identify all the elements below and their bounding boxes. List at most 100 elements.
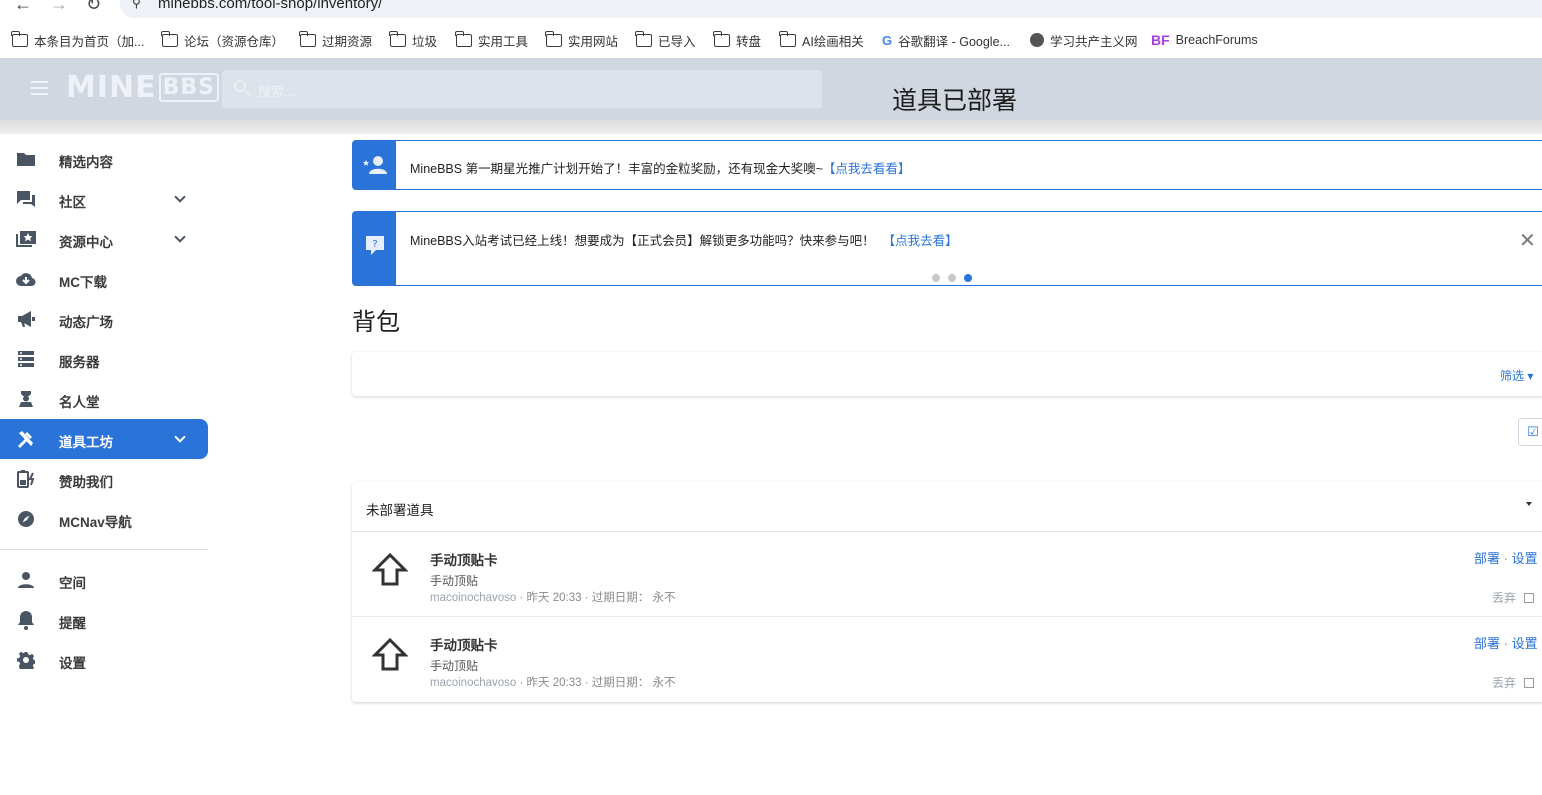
discard-toggle[interactable]: 丢弃 <box>1492 674 1535 691</box>
bookmark-folder[interactable]: 垃圾 <box>389 30 437 50</box>
notice-icon-bar: ? <box>353 212 396 285</box>
notice-link[interactable]: 【点我去看看】 <box>823 162 911 176</box>
folder-icon <box>545 30 562 47</box>
folder-icon <box>11 30 28 47</box>
bookmark-folder[interactable]: 过期资源 <box>299 30 372 50</box>
item-meta: macoinochavoso · 昨天 20:33 · 过期日期： 永不 <box>430 677 676 689</box>
sidebar-item-profile[interactable]: 空间 <box>0 560 208 600</box>
site-logo[interactable]: MINE BBS <box>66 70 220 105</box>
deploy-link[interactable]: 部署 <box>1474 636 1500 651</box>
sidebar-item-servers[interactable]: 服务器 <box>0 339 208 379</box>
item-actions: 部署 · 设置 <box>1474 636 1538 651</box>
discard-toggle[interactable]: 丢弃 <box>1492 589 1535 606</box>
item-actions: 部署 · 设置 <box>1474 551 1538 566</box>
filter-bar: 筛选 ▾ <box>352 352 1542 396</box>
cloud-download-icon <box>15 270 37 288</box>
bell-icon <box>15 611 37 630</box>
undeployed-items-block: 未部署道具 手动顶贴卡 手动顶贴 macoinochavoso · 昨天 20:… <box>352 482 1542 702</box>
carousel-dot-active[interactable] <box>964 274 972 282</box>
page-title: 道具已部署 <box>892 87 1018 115</box>
carousel-dot[interactable] <box>932 274 940 282</box>
forum-icon <box>15 190 37 208</box>
bookmark-folder[interactable]: 转盘 <box>713 30 761 50</box>
close-icon[interactable]: ✕ <box>1519 228 1536 253</box>
bookmark-breachforums[interactable]: BF BreachForums <box>1151 30 1258 50</box>
google-icon: G <box>882 32 893 48</box>
bf-icon: BF <box>1151 32 1170 48</box>
sidebar-item-mcnav[interactable]: MCNav导航 <box>0 499 208 539</box>
deploy-link[interactable]: 部署 <box>1474 551 1500 566</box>
tools-icon <box>15 430 37 448</box>
carousel-dot[interactable] <box>948 274 956 282</box>
search-placeholder: 搜索... <box>258 84 295 99</box>
url-text[interactable]: minebbs.com/tool-shop/inventory/ <box>158 0 382 12</box>
notice-text: MineBBS入站考试已经上线！想要成为【正式会员】解锁更多功能吗？快来参与吧！… <box>410 234 958 248</box>
hall-of-fame-icon <box>15 390 37 408</box>
bookmark-folder[interactable]: 本条目为首页（加... <box>11 30 144 50</box>
site-settings-icon[interactable]: ⚲ <box>132 0 141 10</box>
back-arrow-icon[interactable]: ← <box>14 0 32 15</box>
item-name: 手动顶贴卡 <box>430 553 498 568</box>
server-icon <box>15 350 37 368</box>
discard-checkbox[interactable] <box>1524 592 1535 603</box>
bookmark-folder[interactable]: 已导入 <box>635 30 696 50</box>
folder-icon <box>299 30 316 47</box>
notice-icon-bar <box>353 141 396 189</box>
search-icon <box>234 80 246 92</box>
folder-icon <box>161 30 178 47</box>
folder-icon <box>455 30 472 47</box>
up-arrow-icon <box>372 637 408 671</box>
header-shadow <box>0 120 1542 134</box>
sidebar-item-resources[interactable]: 资源中心 <box>0 219 208 259</box>
forward-arrow-icon[interactable]: → <box>50 0 68 15</box>
chevron-down-icon[interactable] <box>174 431 186 443</box>
sidebar-item-sponsor[interactable]: 赞助我们 <box>0 459 208 499</box>
menu-icon[interactable] <box>31 81 48 95</box>
sidebar-item-alerts[interactable]: 提醒 <box>0 600 208 640</box>
settings-link[interactable]: 设置 <box>1512 551 1538 566</box>
compass-icon <box>15 510 37 528</box>
svg-text:?: ? <box>372 239 377 250</box>
globe-icon <box>1030 33 1044 47</box>
sidebar-item-hall-of-fame[interactable]: 名人堂 <box>0 379 208 419</box>
item-row: 手动顶贴卡 手动顶贴 macoinochavoso · 昨天 20:33 · 过… <box>352 616 1542 700</box>
bookmark-folder[interactable]: 论坛（资源仓库） <box>161 30 284 50</box>
bookmarks-bar: 本条目为首页（加... 论坛（资源仓库） 过期资源 垃圾 实用工具 实用网站 已… <box>0 24 1542 56</box>
item-name: 手动顶贴卡 <box>430 638 498 653</box>
folder-icon <box>635 30 652 47</box>
question-chat-icon: ? <box>366 236 384 255</box>
sidebar-item-activity[interactable]: 动态广场 <box>0 299 208 339</box>
bookmark-folder[interactable]: 实用工具 <box>455 30 528 50</box>
notice-link[interactable]: 【点我去看】 <box>883 234 958 248</box>
bookmark-google-translate[interactable]: G 谷歌翻译 - Google... <box>882 30 1010 50</box>
chevron-down-icon[interactable] <box>174 191 186 203</box>
item-meta: macoinochavoso · 昨天 20:33 · 过期日期： 永不 <box>430 592 676 604</box>
bookmark-folder[interactable]: AI绘画相关 <box>779 30 864 50</box>
collapse-toggle-icon[interactable] <box>1526 502 1532 506</box>
megaphone-icon <box>15 310 37 328</box>
bookmark-folder[interactable]: 实用网站 <box>545 30 618 50</box>
item-description: 手动顶贴 <box>430 574 479 588</box>
discard-checkbox[interactable] <box>1524 677 1535 688</box>
filter-dropdown[interactable]: 筛选 ▾ <box>1500 367 1533 384</box>
sidebar-item-community[interactable]: 社区 <box>0 179 208 219</box>
user-star-icon <box>363 156 387 174</box>
folder-icon <box>389 30 406 47</box>
user-icon <box>15 571 37 589</box>
block-title: 未部署道具 <box>366 503 434 518</box>
item-user[interactable]: macoinochavoso <box>430 592 516 604</box>
bookmark-site[interactable]: 学习共产主义网 <box>1030 30 1138 50</box>
sidebar-item-mc-download[interactable]: MC下载 <box>0 259 208 299</box>
item-user[interactable]: macoinochavoso <box>430 677 516 689</box>
search-input[interactable]: 搜索... <box>222 70 822 108</box>
settings-link[interactable]: 设置 <box>1512 636 1538 651</box>
up-arrow-icon <box>372 552 408 586</box>
sidebar-item-featured[interactable]: 精选内容 <box>0 139 208 179</box>
select-checkbox-button[interactable]: ☑ <box>1518 418 1542 446</box>
sidebar-item-tool-shop[interactable]: 道具工坊 <box>0 419 208 459</box>
block-header[interactable]: 未部署道具 <box>352 482 1542 532</box>
chevron-down-icon[interactable] <box>174 231 186 243</box>
reload-icon[interactable]: ↻ <box>86 0 101 15</box>
sidebar-item-settings[interactable]: 设置 <box>0 640 208 680</box>
gear-icon <box>15 651 37 669</box>
